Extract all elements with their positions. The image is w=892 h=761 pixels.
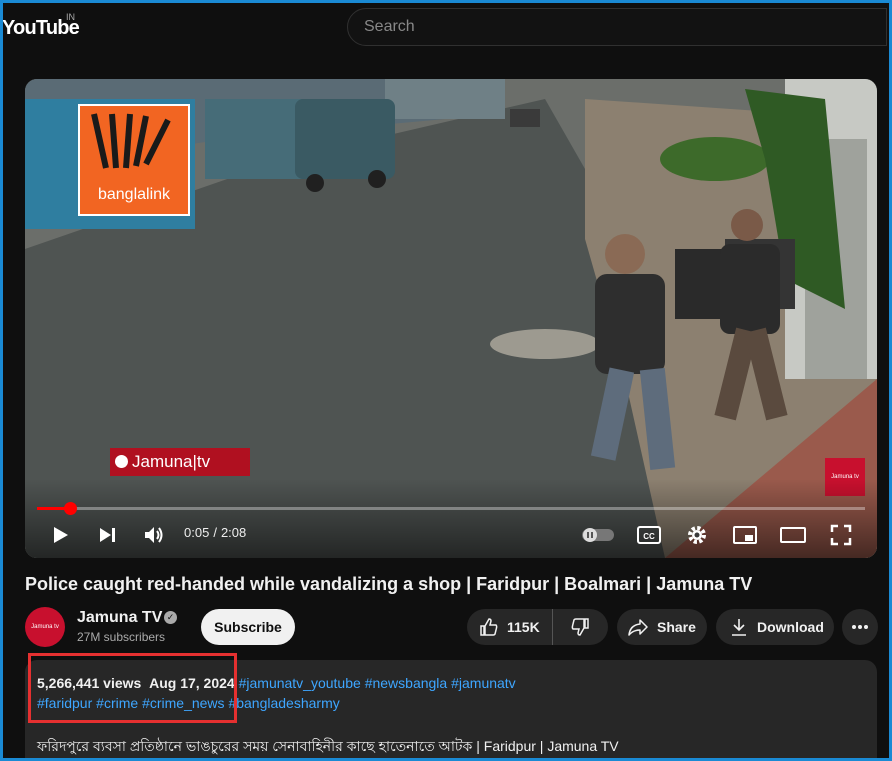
hashtag-link[interactable]: #bangladesharmy xyxy=(228,695,339,711)
theater-mode-icon xyxy=(780,527,806,543)
verified-badge-icon: ✓ xyxy=(164,611,177,624)
miniplayer-icon xyxy=(733,526,757,544)
search-input[interactable] xyxy=(347,8,887,46)
more-actions-button[interactable] xyxy=(842,609,878,645)
tiger-stripes-icon xyxy=(91,113,171,169)
share-label: Share xyxy=(657,619,696,635)
hashtag-link[interactable]: #newsbangla xyxy=(365,675,448,691)
svg-text:CC: CC xyxy=(643,532,655,541)
fullscreen-icon xyxy=(830,524,852,546)
watermark-dot-icon xyxy=(115,455,128,468)
settings-button[interactable] xyxy=(684,522,710,548)
description-text: ফরিদপুরে ব্যবসা প্রতিষ্ঠানে ভাঙচুরের সময… xyxy=(37,738,619,754)
subscribe-button[interactable]: Subscribe xyxy=(201,609,295,645)
time-separator: / xyxy=(213,525,217,540)
gear-icon xyxy=(688,526,706,544)
highlight-annotation-box xyxy=(28,653,237,723)
mute-button[interactable] xyxy=(141,522,167,548)
video-title: Police caught red-handed while vandalizi… xyxy=(25,574,753,594)
thumbs-up-icon xyxy=(480,618,498,636)
like-count: 115K xyxy=(507,619,540,635)
channel-watermark: Jamuna|tv xyxy=(110,448,250,476)
next-button[interactable] xyxy=(94,522,120,548)
video-player[interactable]: banglalink Jamuna|tv Jamuna tv 0:05/2:08… xyxy=(25,79,877,558)
progress-bar[interactable] xyxy=(37,502,865,515)
current-time: 0:05 xyxy=(184,525,210,540)
banglalink-logo-text: banglalink xyxy=(97,186,171,203)
download-button[interactable]: Download xyxy=(716,609,834,645)
more-horizontal-icon xyxy=(852,625,868,629)
share-button[interactable]: Share xyxy=(617,609,707,645)
duration: 2:08 xyxy=(220,525,247,540)
play-button[interactable] xyxy=(47,522,73,548)
channel-name[interactable]: Jamuna TV xyxy=(77,609,162,627)
volume-icon xyxy=(145,527,163,543)
channel-avatar[interactable]: Jamuna tv xyxy=(25,607,65,647)
hashtag-link[interactable]: #jamunatv xyxy=(451,675,516,691)
like-button[interactable]: 115K xyxy=(467,609,553,645)
dislike-button[interactable] xyxy=(553,609,607,645)
captions-icon: CC xyxy=(637,526,661,544)
top-bar: YouTube IN xyxy=(0,0,892,58)
fullscreen-button[interactable] xyxy=(828,522,854,548)
autoplay-toggle[interactable] xyxy=(580,522,616,548)
watermark-text: Jamuna|tv xyxy=(132,452,211,471)
download-label: Download xyxy=(757,619,824,635)
captions-button[interactable]: CC xyxy=(636,522,662,548)
banglalink-logo: banglalink xyxy=(78,104,190,216)
like-dislike-bar: 115K xyxy=(467,609,608,645)
time-display: 0:05/2:08 xyxy=(184,525,246,540)
share-arrow-icon xyxy=(628,619,648,636)
theater-mode-button[interactable] xyxy=(779,522,807,548)
region-code: IN xyxy=(66,12,75,22)
miniplayer-button[interactable] xyxy=(732,522,758,548)
subscriber-count: 27M subscribers xyxy=(77,630,166,644)
hashtag-link[interactable]: #jamunatv_youtube xyxy=(239,675,361,691)
skip-next-icon xyxy=(100,528,115,542)
autoplay-toggle-icon xyxy=(582,528,614,542)
play-icon xyxy=(54,527,68,543)
thumbs-down-icon xyxy=(571,618,589,636)
download-icon xyxy=(732,619,746,636)
